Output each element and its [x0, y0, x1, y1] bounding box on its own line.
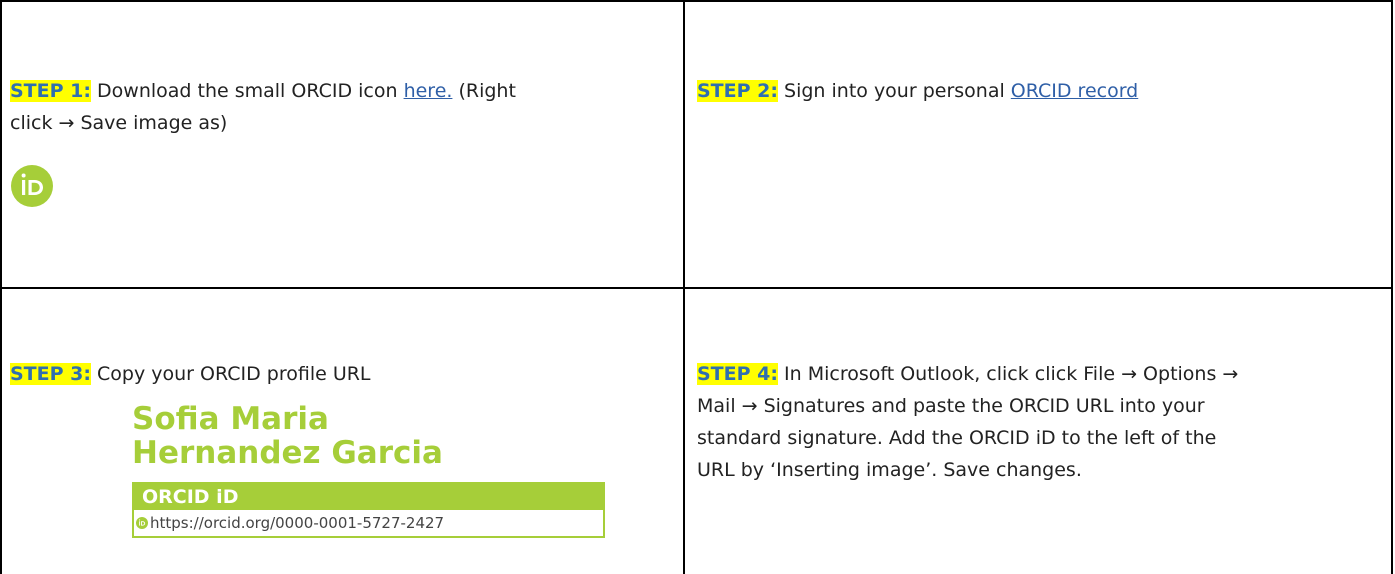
step2-label: STEP 2:	[697, 80, 778, 102]
orcid-mini-icon	[136, 517, 148, 529]
step1-text-right: (Right	[452, 80, 516, 102]
profile-name-line1: Sofia Maria	[132, 401, 329, 437]
step3-cell: STEP 3: Copy your ORCID profile URL	[10, 358, 670, 390]
orcid-url-row: https://orcid.org/0000-0001-5727-2427	[134, 510, 603, 536]
profile-name-line2: Hernandez Garcia	[132, 435, 443, 471]
step4-line3: standard signature. Add the ORCID iD to …	[697, 427, 1217, 449]
step1-text-save: Save image as)	[74, 112, 228, 134]
step4-line1: In Microsoft Outlook, click click File →…	[777, 363, 1239, 385]
arrow-icon: →	[58, 112, 75, 134]
orcid-record-link[interactable]: ORCID record	[1011, 80, 1138, 102]
step1-text: Download the small ORCID icon	[90, 80, 404, 102]
step4-label: STEP 4:	[697, 363, 778, 385]
profile-name: Sofia Maria Hernandez Garcia	[132, 402, 443, 470]
step2-text: Sign into your personal	[777, 80, 1011, 102]
orcid-id-icon[interactable]	[11, 165, 53, 207]
orcid-box-title: ORCID iD	[134, 484, 603, 510]
orcid-id-box: ORCID iD https://orcid.org/0000-0001-572…	[132, 482, 605, 538]
step4-line2: Mail → Signatures and paste the ORCID UR…	[697, 395, 1205, 417]
step2-cell: STEP 2: Sign into your personal ORCID re…	[697, 75, 1377, 107]
step1-label: STEP 1:	[10, 80, 91, 102]
step1-cell: STEP 1: Download the small ORCID icon he…	[10, 75, 670, 139]
step4-line4: URL by ‘Inserting image’. Save changes.	[697, 459, 1082, 481]
table-row-divider	[0, 287, 1393, 289]
step3-text: Copy your ORCID profile URL	[90, 363, 371, 385]
step4-cell: STEP 4: In Microsoft Outlook, click clic…	[697, 358, 1387, 486]
step3-label: STEP 3:	[10, 363, 91, 385]
step1-text-click: click	[10, 112, 59, 134]
orcid-url[interactable]: https://orcid.org/0000-0001-5727-2427	[150, 510, 444, 536]
step1-here-link[interactable]: here.	[404, 80, 453, 102]
